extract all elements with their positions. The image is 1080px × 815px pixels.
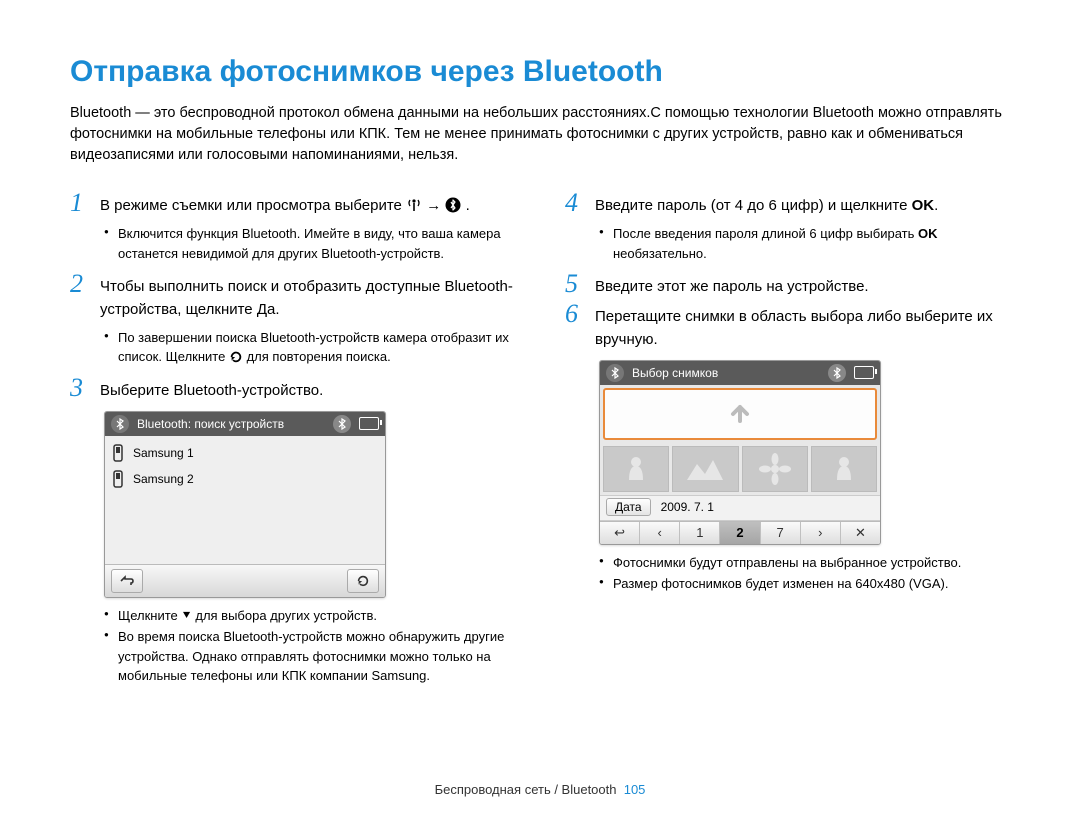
- refresh-icon: [229, 350, 243, 364]
- device1-body: Samsung 1 Samsung 2: [105, 436, 385, 564]
- bluetooth-icon: [606, 364, 624, 382]
- step-4-text-end: .: [934, 197, 938, 214]
- step-1-text-end: .: [466, 197, 470, 214]
- device1-footer: [105, 564, 385, 597]
- step-1: 1 В режиме съемки или просмотра выберите…: [70, 192, 515, 218]
- step-number-4: 4: [565, 190, 595, 216]
- battery-icon: [359, 417, 379, 430]
- bullet-item: Размер фотоснимков будет изменен на 640x…: [599, 574, 1010, 594]
- step-3-bullets: Щелкните ⯆ для выбора других устройств. …: [104, 606, 515, 686]
- nav-close-button[interactable]: ✕: [841, 522, 880, 544]
- bullet-item: По завершении поиска Bluetooth-устройств…: [104, 328, 515, 367]
- bullet-item: Щелкните ⯆ для выбора других устройств.: [104, 606, 515, 626]
- intro-paragraph: Bluetooth — это беспроводной протокол об…: [70, 103, 1010, 166]
- date-value: 2009. 7. 1: [661, 500, 714, 514]
- back-button[interactable]: [111, 569, 143, 593]
- phone-icon: [111, 470, 125, 488]
- nav-prev-button[interactable]: ‹: [640, 522, 680, 544]
- step-1-body: В режиме съемки или просмотра выберите →…: [100, 192, 470, 217]
- bluetooth-status-icon: [333, 415, 351, 433]
- thumbnail[interactable]: [672, 446, 738, 492]
- device1-title: Bluetooth: поиск устройств: [137, 417, 325, 431]
- page-footer: Беспроводная сеть / Bluetooth 105: [0, 782, 1080, 797]
- device1-header: Bluetooth: поиск устройств: [105, 412, 385, 436]
- nav-row: ↩ ‹ 1 2 7 › ✕: [600, 521, 880, 544]
- bluetooth-icon: [111, 415, 129, 433]
- step-3: 3 Выберите Bluetooth-устройство.: [70, 377, 515, 403]
- page-title: Отправка фотоснимков через Bluetooth: [70, 55, 1010, 89]
- date-row: Дата 2009. 7. 1: [600, 495, 880, 521]
- right-column: 4 Введите пароль (от 4 до 6 цифр) и щелк…: [565, 188, 1010, 696]
- antenna-icon: [406, 197, 422, 213]
- ok-label: OK: [918, 226, 938, 241]
- arrow-text: →: [426, 197, 441, 214]
- footer-text: Беспроводная сеть / Bluetooth: [435, 782, 617, 797]
- refresh-button[interactable]: [347, 569, 379, 593]
- nav-next-button[interactable]: ›: [801, 522, 841, 544]
- step-4-text-a: Введите пароль (от 4 до 6 цифр) и щелкни…: [595, 197, 912, 214]
- phone-icon: [111, 444, 125, 462]
- step-6-bullets: Фотоснимки будут отправлены на выбранное…: [599, 553, 1010, 594]
- step-2-bullets: По завершении поиска Bluetooth-устройств…: [104, 328, 515, 367]
- nav-back-button[interactable]: ↩: [600, 522, 640, 544]
- step-number-2: 2: [70, 271, 100, 297]
- step-4: 4 Введите пароль (от 4 до 6 цифр) и щелк…: [565, 192, 1010, 218]
- bullet-item: Включится функция Bluetooth. Имейте в ви…: [104, 224, 515, 263]
- step-number-5: 5: [565, 271, 595, 297]
- page: Отправка фотоснимков через Bluetooth Blu…: [0, 0, 1080, 815]
- step-2-text: Чтобы выполнить поиск и отобразить досту…: [100, 278, 513, 318]
- step-5-body: Введите этот же пароль на устройстве.: [595, 273, 869, 298]
- thumbnail[interactable]: [742, 446, 808, 492]
- battery-icon: [854, 366, 874, 379]
- step-1-text-a: В режиме съемки или просмотра выберите: [100, 197, 406, 214]
- page-number: 105: [624, 782, 646, 797]
- nav-page-2[interactable]: 2: [720, 522, 760, 544]
- step-number-6: 6: [565, 301, 595, 327]
- columns: 1 В режиме съемки или просмотра выберите…: [70, 188, 1010, 696]
- bullet-item: Фотоснимки будут отправлены на выбранное…: [599, 553, 1010, 573]
- step-4-bullets: После введения пароля длиной 6 цифр выби…: [599, 224, 1010, 263]
- device-list-label: Samsung 1: [133, 446, 194, 460]
- ok-label: OK: [912, 197, 935, 214]
- step-2-body: Чтобы выполнить поиск и отобразить досту…: [100, 273, 515, 322]
- bluetooth-circle-icon: [445, 197, 461, 213]
- step-number-3: 3: [70, 375, 100, 401]
- thumbnail[interactable]: [811, 446, 877, 492]
- device-list-label: Samsung 2: [133, 472, 194, 486]
- dropzone[interactable]: [603, 388, 877, 440]
- step-4-bullet-b: необязательно.: [613, 246, 707, 261]
- upload-arrow-icon: [725, 399, 755, 429]
- device2-header: Выбор снимков: [600, 361, 880, 385]
- step-4-bullet-a: После введения пароля длиной 6 цифр выби…: [613, 226, 918, 241]
- device-list-item[interactable]: Samsung 1: [109, 440, 381, 466]
- step-5: 5 Введите этот же пароль на устройстве.: [565, 273, 1010, 299]
- device-list-item[interactable]: Samsung 2: [109, 466, 381, 492]
- device-screenshot-search: Bluetooth: поиск устройств Samsung 1: [104, 411, 386, 598]
- left-column: 1 В режиме съемки или просмотра выберите…: [70, 188, 515, 696]
- device2-title: Выбор снимков: [632, 366, 820, 380]
- step-6: 6 Перетащите снимки в область выбора либ…: [565, 303, 1010, 352]
- step-4-body: Введите пароль (от 4 до 6 цифр) и щелкни…: [595, 192, 938, 217]
- thumbnail[interactable]: [603, 446, 669, 492]
- step-2: 2 Чтобы выполнить поиск и отобразить дос…: [70, 273, 515, 322]
- bullet-item: После введения пароля длиной 6 цифр выби…: [599, 224, 1010, 263]
- thumbnail-row: [600, 443, 880, 495]
- step-2-bullet-b: для повторения поиска.: [247, 349, 391, 364]
- nav-page-7[interactable]: 7: [761, 522, 801, 544]
- nav-page-1[interactable]: 1: [680, 522, 720, 544]
- bluetooth-status-icon: [828, 364, 846, 382]
- device-screenshot-select: Выбор снимков: [599, 360, 881, 545]
- step-number-1: 1: [70, 190, 100, 216]
- step-6-body: Перетащите снимки в область выбора либо …: [595, 303, 1010, 352]
- step-3-body: Выберите Bluetooth-устройство.: [100, 377, 323, 402]
- date-button[interactable]: Дата: [606, 498, 651, 516]
- step-1-bullets: Включится функция Bluetooth. Имейте в ви…: [104, 224, 515, 263]
- bullet-item: Во время поиска Bluetooth-устройств можн…: [104, 627, 515, 686]
